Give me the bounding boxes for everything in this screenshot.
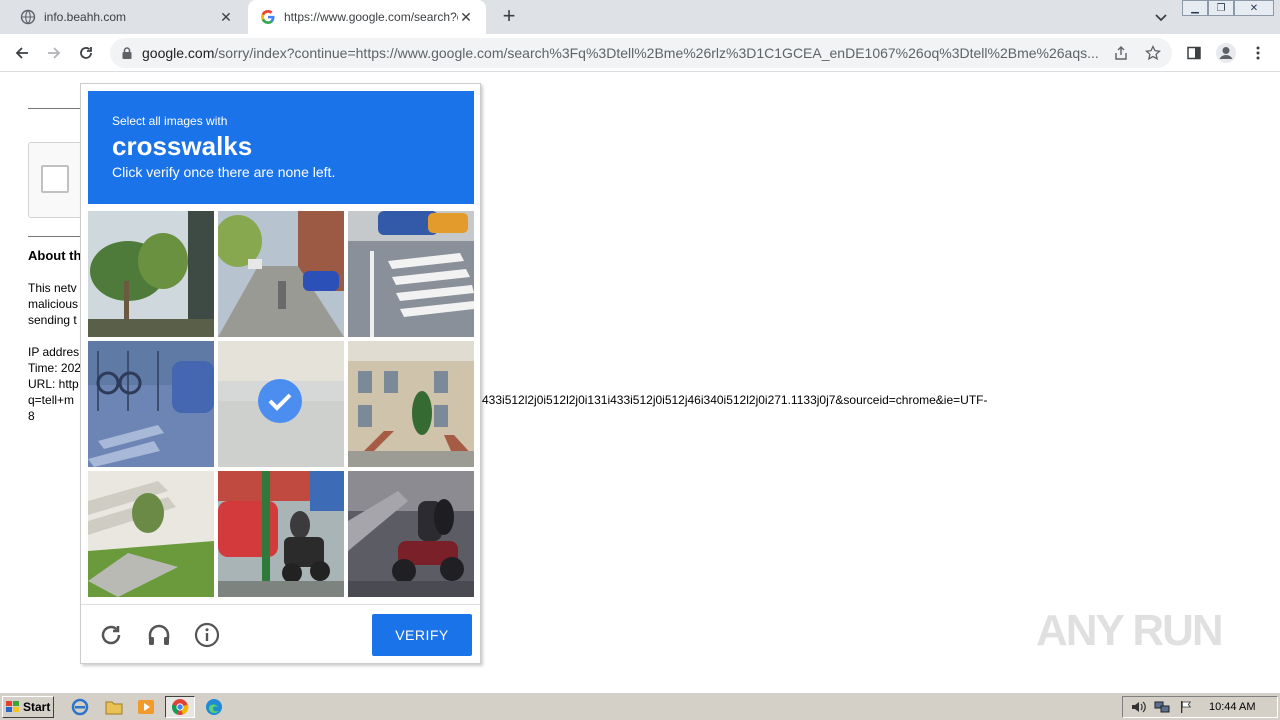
para-line: sending t [28,313,77,327]
taskbar: Start 10:44 AM [0,692,1280,720]
taskbar-clock: 10:44 AM [1209,701,1256,713]
system-tray: 10:44 AM [1122,696,1278,718]
windows-flag-icon [6,701,19,712]
back-arrow-icon[interactable] [10,41,34,65]
para-line: malicious [28,297,79,311]
captcha-tile-1[interactable] [88,211,214,337]
new-tab-button[interactable]: + [498,5,520,28]
close-window-button[interactable]: ✕ [1234,0,1274,16]
action-center-flag-icon[interactable] [1177,699,1195,715]
tab-google-search[interactable]: https://www.google.com/search?q= ✕ [248,0,486,34]
watermark: ANY RUN [1036,606,1224,655]
query-line-end: 8 [28,409,35,423]
captcha-tile-6[interactable] [348,341,474,467]
captcha-tile-9[interactable] [348,471,474,597]
tab-info-beahh[interactable]: info.beahh.com ✕ [8,0,246,34]
side-panel-icon[interactable] [1182,41,1206,65]
captcha-instruction: Select all images with [112,114,228,128]
about-heading: About th [28,248,82,263]
minimize-button[interactable]: ▁ [1182,0,1208,16]
url-host: google.com [142,45,215,61]
network-icon[interactable] [1153,699,1171,715]
para-line: This netv [28,281,77,295]
verify-button[interactable]: VERIFY [372,614,472,656]
close-tab-icon[interactable]: ✕ [458,9,474,25]
ip-line: IP addres [28,345,80,359]
volume-icon[interactable] [1129,699,1147,715]
info-icon[interactable] [193,621,221,649]
captcha-target: crosswalks [112,131,253,161]
start-label: Start [23,700,51,714]
captcha-tile-5[interactable] [218,341,344,467]
address-bar[interactable]: google.com/sorry/index?continue=https://… [110,38,1172,68]
ie-icon[interactable] [70,698,90,716]
captcha-footer: VERIFY [81,604,480,663]
lock-icon[interactable] [120,46,134,60]
url-path: /sorry/index?continue=https://www.google… [214,45,1099,61]
captcha-header: Select all images with crosswalks Click … [88,91,474,204]
query-line: q=tell+m [28,393,75,407]
tab-strip: info.beahh.com ✕ https://www.google.com/… [0,0,1280,34]
captcha-tile-2[interactable] [218,211,344,337]
address-url[interactable]: google.com/sorry/index?continue=https://… [142,45,1108,61]
media-player-icon[interactable] [136,698,156,716]
start-button[interactable]: Start [2,696,54,718]
restore-button[interactable]: ❐ [1208,0,1234,16]
browser-toolbar: google.com/sorry/index?continue=https://… [0,34,1280,72]
url-line: URL: http [28,377,79,391]
headphones-icon[interactable] [145,621,173,649]
forward-arrow-icon[interactable] [42,41,66,65]
bookmark-star-icon[interactable] [1140,40,1166,66]
reload-challenge-icon[interactable] [97,621,125,649]
edge-icon[interactable] [204,698,224,716]
screen: info.beahh.com ✕ https://www.google.com/… [0,0,1280,720]
captcha-hint: Click verify once there are none left. [112,164,336,180]
tab-title: info.beahh.com [44,10,127,24]
chrome-taskbar-icon[interactable] [165,696,195,718]
share-icon[interactable] [1108,40,1134,66]
reload-icon[interactable] [74,41,98,65]
chevron-down-icon[interactable] [1152,8,1170,26]
captcha-tile-3[interactable] [348,211,474,337]
more-menu-icon[interactable] [1246,41,1270,65]
divider [28,108,80,109]
captcha-tile-4[interactable] [88,341,214,467]
recaptcha-checkbox[interactable] [41,165,69,193]
profile-avatar-icon[interactable] [1214,41,1238,65]
google-icon [260,9,276,25]
captcha-tile-8[interactable] [218,471,344,597]
captcha-grid [88,211,474,597]
tab-title: https://www.google.com/search?q= [284,10,458,24]
url-tail: 433i512l2j0i512l2j0i131i433i512j0i512j46… [482,393,988,407]
divider [28,236,80,237]
folder-icon[interactable] [104,698,124,716]
recaptcha-checkbox-widget [28,142,88,218]
time-line: Time: 202 [28,361,81,375]
captcha-dialog: Select all images with crosswalks Click … [80,83,481,664]
close-tab-icon[interactable]: ✕ [218,9,234,25]
globe-icon [20,9,36,25]
captcha-tile-7[interactable] [88,471,214,597]
